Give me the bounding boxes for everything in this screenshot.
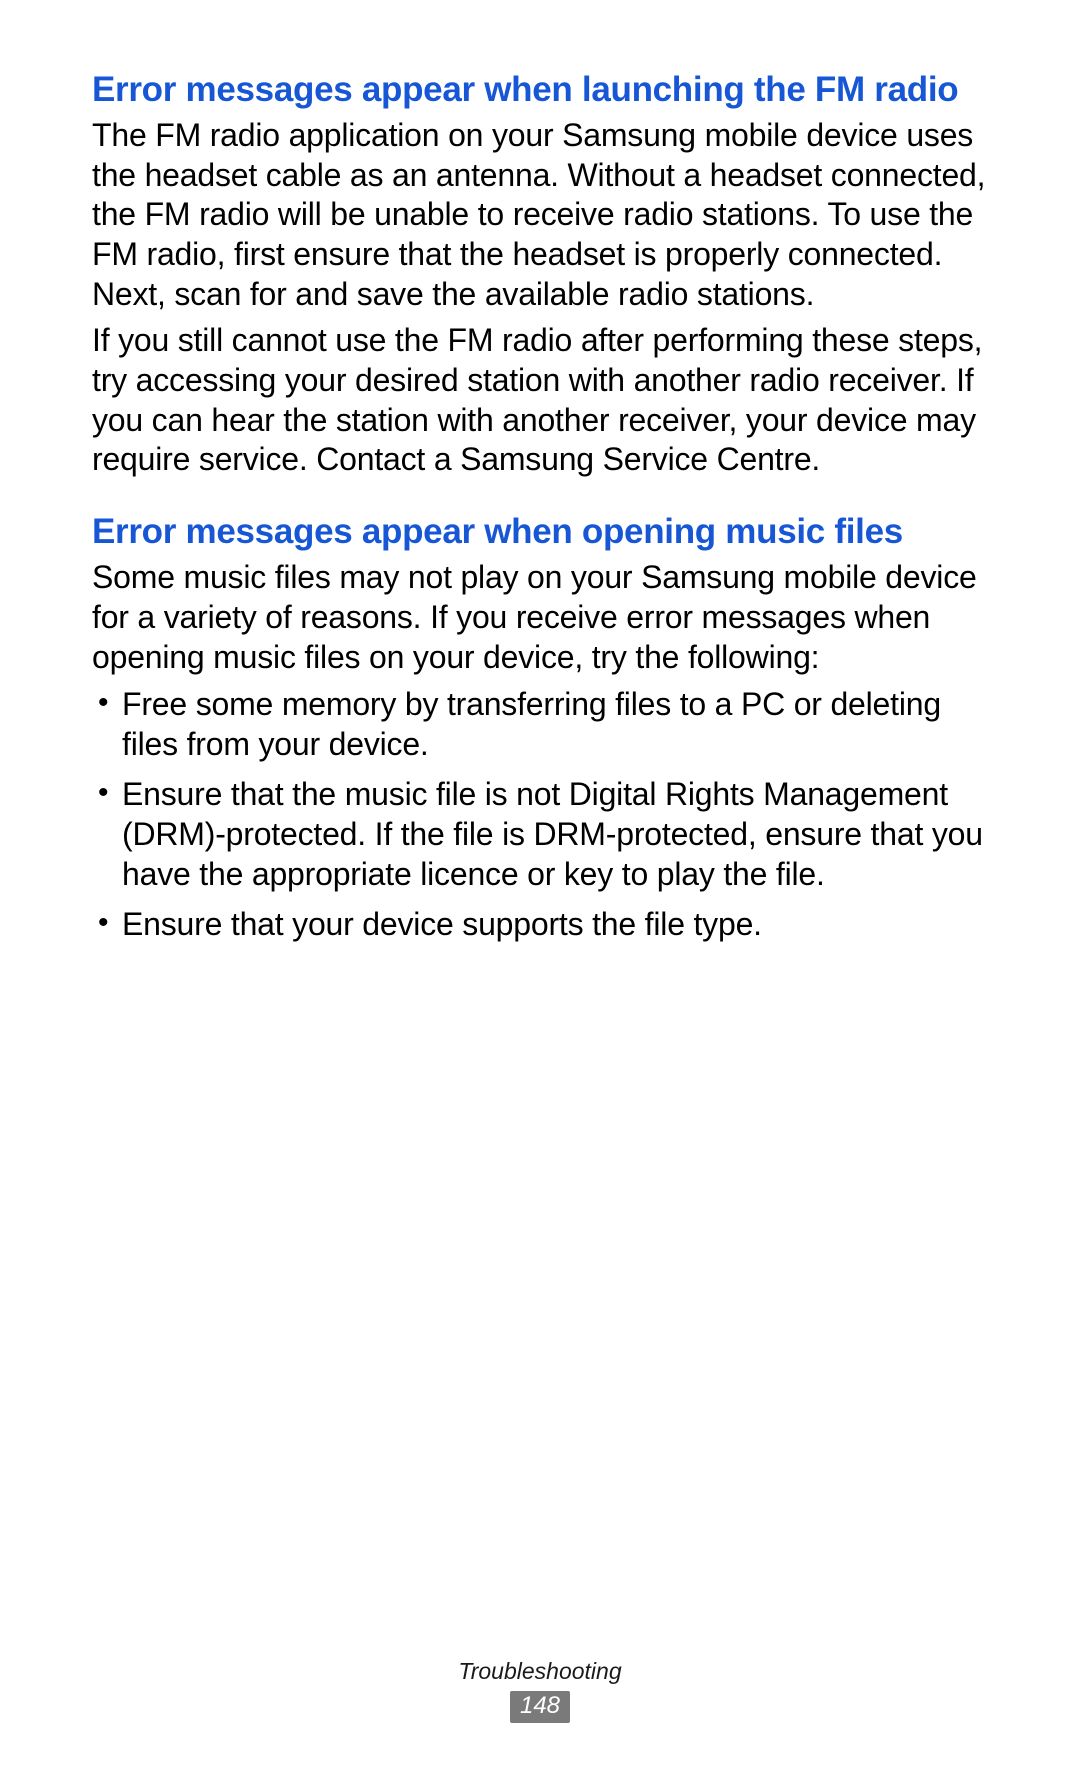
page-footer: Troubleshooting 148 <box>0 1658 1080 1723</box>
list-item: Free some memory by transferring files t… <box>92 685 990 765</box>
body-paragraph: Some music files may not play on your Sa… <box>92 558 990 677</box>
bullet-list: Free some memory by transferring files t… <box>92 685 990 944</box>
body-paragraph: The FM radio application on your Samsung… <box>92 116 990 315</box>
footer-section-label: Troubleshooting <box>0 1658 1080 1685</box>
list-item: Ensure that your device supports the fil… <box>92 905 990 945</box>
body-paragraph: If you still cannot use the FM radio aft… <box>92 321 990 480</box>
list-item: Ensure that the music file is not Digita… <box>92 775 990 894</box>
section-heading: Error messages appear when launching the… <box>92 68 990 112</box>
section-heading: Error messages appear when opening music… <box>92 510 990 554</box>
page-number: 148 <box>510 1691 570 1723</box>
document-page: Error messages appear when launching the… <box>0 0 1080 1771</box>
